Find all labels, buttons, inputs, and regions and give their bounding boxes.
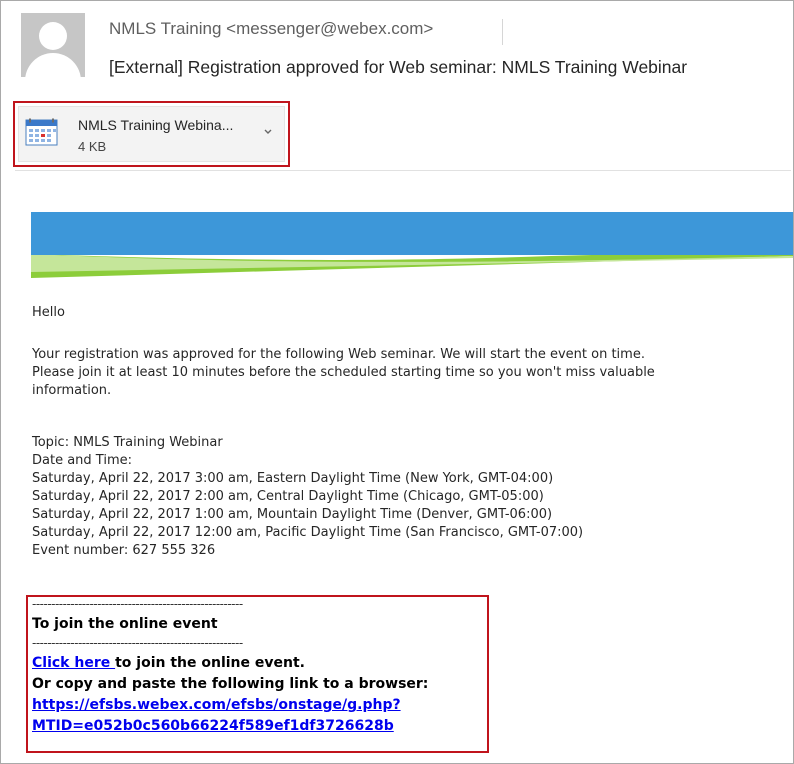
event-time-central: Saturday, April 22, 2017 2:00 am, Centra… — [32, 489, 544, 504]
event-number: Event number: 627 555 326 — [32, 543, 216, 558]
email-reading-pane: NMLS Training <messenger@webex.com> [Ext… — [0, 0, 794, 764]
intro-line: Your registration was approved for the f… — [32, 347, 645, 362]
event-date-label: Date and Time: — [32, 453, 132, 468]
email-banner — [31, 212, 793, 278]
greeting-text: Hello — [32, 305, 65, 320]
intro-line: Please join it at least 10 minutes befor… — [32, 365, 655, 380]
intro-paragraph: Your registration was approved for the f… — [32, 346, 655, 400]
attachment-highlight-frame — [13, 101, 290, 167]
header-separator — [15, 170, 791, 171]
event-time-eastern: Saturday, April 22, 2017 3:00 am, Easter… — [32, 471, 554, 486]
event-time-pacific: Saturday, April 22, 2017 12:00 am, Pacif… — [32, 525, 584, 540]
event-topic: Topic: NMLS Training Webinar — [32, 435, 223, 450]
header-divider — [502, 19, 503, 45]
sender-avatar[interactable] — [21, 13, 85, 77]
event-time-mountain: Saturday, April 22, 2017 1:00 am, Mounta… — [32, 507, 553, 522]
avatar-head-shape — [39, 22, 67, 50]
sender-address[interactable]: NMLS Training <messenger@webex.com> — [109, 19, 433, 39]
email-subject: [External] Registration approved for Web… — [109, 57, 688, 77]
event-details: Topic: NMLS Training Webinar Date and Ti… — [32, 434, 583, 560]
avatar-body-shape — [25, 53, 81, 77]
intro-line: information. — [32, 383, 112, 398]
join-highlight-frame — [26, 595, 489, 753]
